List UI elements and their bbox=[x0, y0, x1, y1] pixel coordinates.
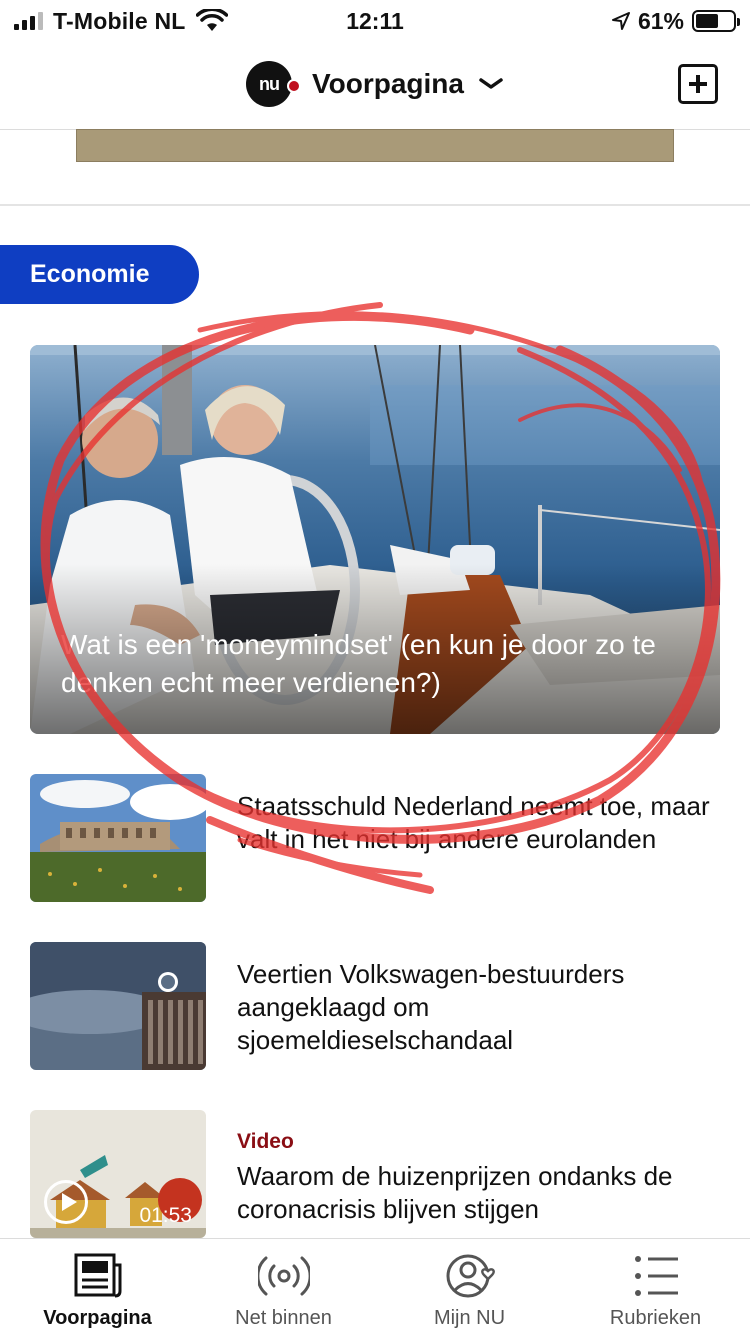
list-item[interactable]: Staatsschuld Nederland neemt toe, maar v… bbox=[30, 774, 720, 902]
broadcast-icon bbox=[257, 1256, 310, 1296]
list-item[interactable]: Veertien Volkswagen-bestuurders aangekla… bbox=[30, 942, 720, 1070]
video-duration: 01:53 bbox=[139, 1204, 192, 1227]
tab-rubrieken[interactable]: Rubrieken bbox=[562, 1239, 749, 1334]
profile-heart-icon bbox=[446, 1254, 495, 1298]
status-right: 61% bbox=[611, 6, 740, 36]
article-title[interactable]: Veertien Volkswagen-bestuurders aangekla… bbox=[237, 958, 710, 1057]
ad-banner[interactable] bbox=[76, 129, 674, 162]
chevron-down-icon[interactable] bbox=[478, 76, 504, 92]
battery-icon bbox=[692, 10, 740, 32]
article-title[interactable]: Waarom de huizenprijzen ondanks de coron… bbox=[237, 1160, 710, 1226]
video-tag: Video bbox=[237, 1130, 294, 1153]
section-label-economie[interactable]: Economie bbox=[0, 245, 199, 304]
list-item[interactable]: 01:53 Video Waarom de huizenprijzen onda… bbox=[30, 1110, 720, 1238]
page-title[interactable]: Voorpagina bbox=[312, 68, 464, 100]
tab-label: Rubrieken bbox=[609, 1307, 702, 1329]
divider bbox=[0, 204, 750, 206]
article-thumbnail bbox=[30, 942, 206, 1070]
video-thumbnail: 01:53 bbox=[30, 1110, 206, 1238]
location-arrow-icon bbox=[611, 12, 630, 30]
newspaper-icon bbox=[74, 1253, 121, 1298]
nu-logo: nu bbox=[246, 61, 302, 107]
app-header: nu Voorpagina bbox=[0, 42, 750, 130]
tab-mijn-nu[interactable]: Mijn NU bbox=[376, 1239, 563, 1334]
add-square-icon[interactable] bbox=[678, 64, 718, 104]
tab-bar: Voorpagina Net binnen Mijn NU Rubrieken bbox=[0, 1238, 750, 1334]
tab-net-binnen[interactable]: Net binnen bbox=[190, 1239, 377, 1334]
article-thumbnail bbox=[30, 774, 206, 902]
tab-label: Voorpagina bbox=[43, 1307, 152, 1329]
page-switcher[interactable]: nu Voorpagina bbox=[0, 42, 750, 126]
battery-percentage: 61% bbox=[637, 7, 684, 34]
status-bar: T-Mobile NL 12:11 61% bbox=[0, 0, 750, 42]
tab-voorpagina[interactable]: Voorpagina bbox=[4, 1239, 191, 1334]
battery-level-fill bbox=[696, 14, 718, 28]
tab-label: Net binnen bbox=[235, 1307, 332, 1329]
article-title[interactable]: Staatsschuld Nederland neemt toe, maar v… bbox=[237, 790, 710, 856]
hero-article[interactable]: Wat is een 'moneymindset' (en kun je doo… bbox=[30, 345, 720, 734]
tab-label: Mijn NU bbox=[433, 1307, 506, 1329]
list-icon bbox=[634, 1256, 678, 1296]
hero-title[interactable]: Wat is een 'moneymindset' (en kun je doo… bbox=[61, 626, 696, 702]
play-icon[interactable] bbox=[44, 1180, 88, 1224]
